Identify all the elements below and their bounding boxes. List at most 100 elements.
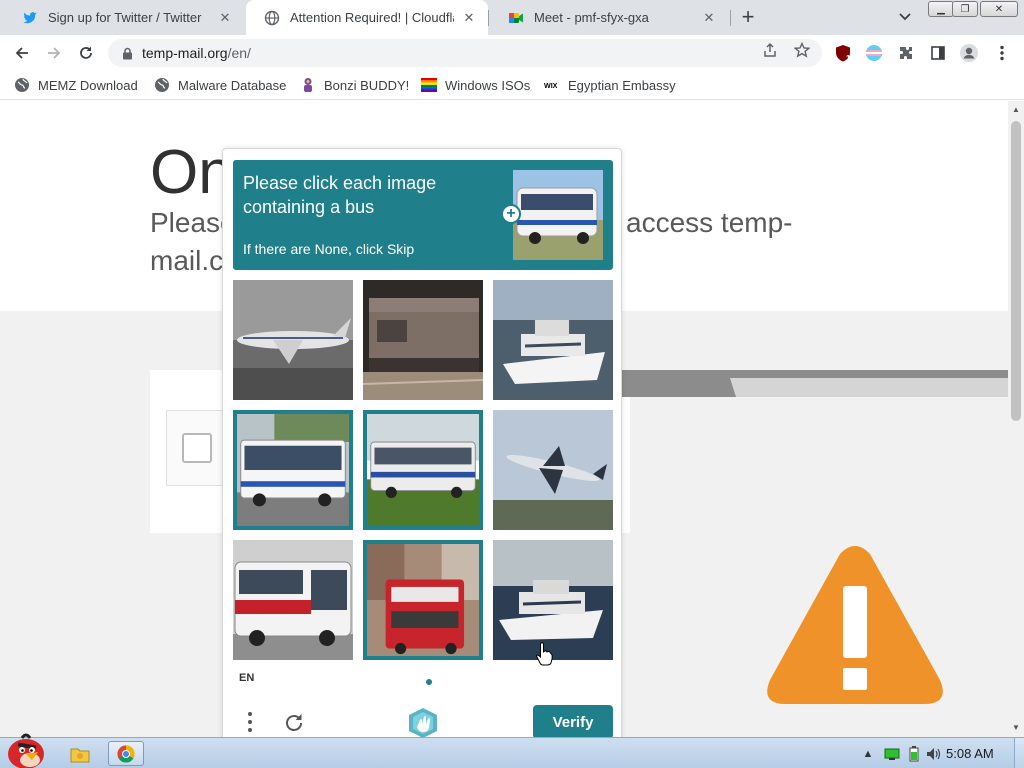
bus-image: [237, 414, 349, 526]
tab-title: Attention Required! | Cloudfla: [290, 10, 454, 25]
hcaptcha-challenge: Please click each image containing a bus…: [222, 148, 622, 748]
page-subtitle: access temp-: [626, 207, 793, 238]
chrome-icon[interactable]: [108, 741, 144, 766]
grid-cell-9[interactable]: [493, 540, 613, 660]
page-title: On: [150, 138, 233, 207]
side-panel-icon[interactable]: [928, 43, 948, 63]
globe-icon: [154, 77, 170, 93]
globe-icon: [264, 10, 280, 26]
grey-band-notch: [730, 378, 1008, 397]
tab-twitter[interactable]: Sign up for Twitter / Twitter ✕: [4, 0, 244, 35]
grid-cell-8[interactable]: [363, 540, 483, 660]
tray-expand-icon[interactable]: ▲: [860, 746, 876, 762]
challenge-page-indicator: [426, 679, 432, 685]
svg-text:WIX: WIX: [544, 82, 558, 90]
verify-button[interactable]: Verify: [533, 705, 613, 739]
back-button[interactable]: [8, 39, 36, 67]
bus-image: [233, 540, 353, 660]
human-check-checkbox[interactable]: [182, 433, 212, 463]
taskbar-clock[interactable]: 5:08 AM: [946, 746, 994, 761]
bookmark-star-icon[interactable]: [793, 41, 811, 59]
minimize-button[interactable]: ▁: [928, 1, 954, 17]
forward-button[interactable]: [40, 39, 68, 67]
scroll-up-icon[interactable]: ▲: [1011, 105, 1021, 115]
grid-cell-4[interactable]: [233, 410, 353, 530]
bookmark-label: Windows ISOs: [445, 77, 531, 93]
plus-icon[interactable]: +: [501, 204, 521, 224]
tab-close-icon[interactable]: ✕: [216, 9, 234, 27]
address-bar[interactable]: temp-mail.org/en/: [108, 39, 822, 67]
scroll-down-icon[interactable]: ▼: [1011, 723, 1021, 733]
language-selector[interactable]: EN: [239, 672, 254, 684]
airplane-image: [493, 410, 613, 530]
train-image: [363, 280, 483, 400]
pride-extension-icon[interactable]: [864, 43, 884, 63]
tab-separator: [730, 10, 731, 26]
bookmark-egyptian-embassy[interactable]: WIX Egyptian Embassy: [544, 75, 676, 95]
bookmarks-bar: MEMZ Download Malware Database Bonzi BUD…: [0, 70, 1024, 100]
bonzi-icon: [300, 77, 316, 93]
bookmark-label: Bonzi BUDDY!: [324, 77, 410, 93]
wix-icon: WIX: [544, 77, 560, 93]
tab-search-chevron-icon[interactable]: [894, 6, 916, 28]
close-window-button[interactable]: ✕: [980, 1, 1018, 17]
tab-close-icon[interactable]: ✕: [460, 9, 478, 27]
bus-image: [367, 414, 479, 526]
scrollbar-thumb[interactable]: [1011, 121, 1021, 421]
grid-cell-3[interactable]: [493, 280, 613, 400]
angry-bird-start-icon[interactable]: [4, 730, 48, 768]
page-scrollbar[interactable]: ▲ ▼: [1008, 101, 1024, 737]
lock-icon: [120, 46, 134, 60]
grid-cell-2[interactable]: [363, 280, 483, 400]
grid-cell-7[interactable]: [233, 540, 353, 660]
rainbow-flag-icon: [421, 77, 437, 93]
arrow-right-icon: [48, 47, 61, 59]
tab-close-icon[interactable]: ✕: [700, 9, 718, 27]
bookmark-bonzi-buddy[interactable]: Bonzi BUDDY!: [300, 75, 409, 95]
kebab-menu-icon[interactable]: [992, 43, 1012, 63]
reload-button[interactable]: [72, 39, 100, 67]
tab-strip: Sign up for Twitter / Twitter ✕ Attentio…: [0, 0, 1024, 35]
show-desktop-button[interactable]: [1014, 738, 1024, 768]
challenge-header: Please click each image containing a bus…: [233, 160, 613, 270]
bus-image: [367, 544, 479, 656]
twitter-bird-icon: [22, 10, 38, 26]
tab-title: Meet - pmf-sfyx-gxa: [534, 10, 649, 25]
explorer-folder-icon[interactable]: [62, 741, 98, 766]
reload-icon: [80, 46, 92, 59]
windows-taskbar: ▲ 5:08 AM: [0, 733, 1024, 768]
bookmark-malware-database[interactable]: Malware Database: [154, 75, 286, 95]
bookmark-label: Malware Database: [178, 77, 287, 93]
battery-icon[interactable]: [906, 746, 922, 762]
refresh-challenge-icon[interactable]: [281, 710, 307, 736]
new-tab-button[interactable]: +: [736, 5, 760, 29]
challenge-menu-icon[interactable]: [243, 708, 257, 736]
bookmark-windows-isos[interactable]: Windows ISOs: [421, 75, 530, 95]
grid-cell-6[interactable]: [493, 410, 613, 530]
volume-icon[interactable]: [926, 746, 942, 762]
tab-meet[interactable]: Meet - pmf-sfyx-gxa ✕: [490, 0, 728, 35]
ublock-extension-icon[interactable]: 1: [833, 43, 853, 63]
boat-image: [493, 280, 613, 400]
grid-cell-5[interactable]: [363, 410, 483, 530]
network-icon[interactable]: [884, 746, 900, 762]
extension-badge: 1: [846, 54, 851, 62]
google-meet-icon: [508, 10, 524, 26]
page-subtitle: mail.c: [150, 245, 224, 276]
restore-button[interactable]: ❐: [952, 1, 978, 17]
tab-separator: [488, 10, 489, 26]
extensions-puzzle-icon[interactable]: [896, 43, 916, 63]
bookmark-memz-download[interactable]: MEMZ Download: [14, 75, 138, 95]
url-path: /en/: [227, 45, 251, 61]
warning-triangle-icon: [767, 546, 943, 704]
example-bus-image[interactable]: [513, 170, 603, 260]
tab-cloudflare[interactable]: Attention Required! | Cloudfla ✕: [246, 0, 488, 35]
share-icon[interactable]: [761, 41, 779, 59]
challenge-skip-hint: If there are None, click Skip: [243, 241, 415, 257]
globe-icon: [14, 77, 30, 93]
profile-avatar-icon[interactable]: [959, 43, 979, 63]
bookmark-label: MEMZ Download: [38, 77, 138, 93]
hcaptcha-logo-icon: [409, 708, 437, 738]
tab-title: Sign up for Twitter / Twitter: [48, 10, 202, 25]
grid-cell-1[interactable]: [233, 280, 353, 400]
